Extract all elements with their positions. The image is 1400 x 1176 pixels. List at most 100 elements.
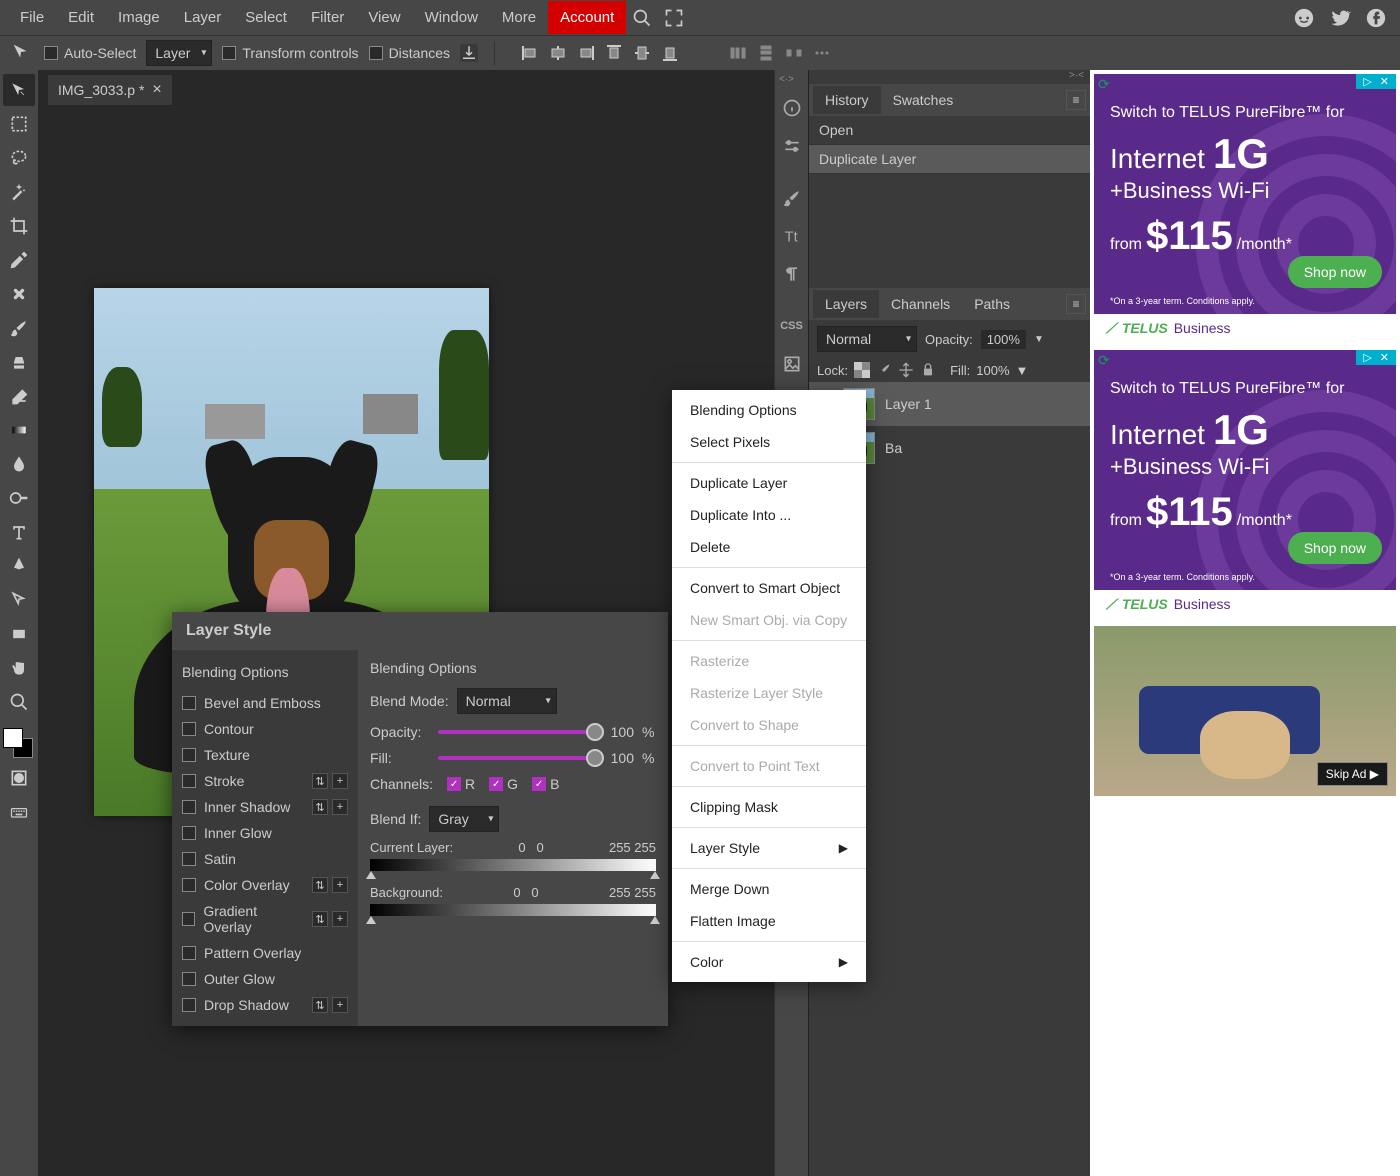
brush-tool[interactable] (3, 312, 35, 344)
context-menu-item[interactable]: Select Pixels (672, 426, 866, 458)
effect-item[interactable]: Outer Glow (178, 966, 352, 992)
shape-tool[interactable] (3, 618, 35, 650)
menu-file[interactable]: File (8, 1, 56, 34)
info-panel-icon[interactable] (778, 90, 806, 126)
wand-tool[interactable] (3, 176, 35, 208)
move-tool[interactable] (3, 74, 35, 106)
context-menu-item[interactable]: Color▶ (672, 946, 866, 978)
hand-tool[interactable] (3, 652, 35, 684)
channel-r-checkbox[interactable]: ✓R (447, 776, 475, 792)
opacity-number[interactable]: 100 (604, 724, 634, 740)
ad-close-icon[interactable]: ▷✕ (1356, 74, 1396, 89)
effect-checkbox[interactable] (182, 722, 196, 736)
effect-checkbox[interactable] (182, 878, 196, 892)
shop-now-button[interactable]: Shop now (1288, 532, 1382, 564)
distribute-3-icon[interactable] (785, 44, 803, 62)
history-menu-icon[interactable]: ≡ (1066, 90, 1086, 110)
effect-checkbox[interactable] (182, 826, 196, 840)
menu-more[interactable]: More (490, 1, 548, 34)
more-options-icon[interactable] (813, 44, 831, 62)
fill-value[interactable]: 100% (976, 363, 1009, 378)
history-item[interactable]: Open (809, 116, 1090, 145)
context-menu-item[interactable]: Clipping Mask (672, 791, 866, 823)
crop-tool[interactable] (3, 210, 35, 242)
lock-move-icon[interactable] (898, 362, 914, 378)
effect-item[interactable]: Gradient Overlay⇅+ (178, 898, 352, 940)
brush-panel-icon[interactable] (778, 180, 806, 216)
menu-layer[interactable]: Layer (172, 1, 234, 34)
menu-view[interactable]: View (356, 1, 412, 34)
effect-checkbox[interactable] (182, 912, 195, 926)
distribute-h-icon[interactable] (729, 44, 747, 62)
color-swatches[interactable] (3, 728, 35, 760)
context-menu-item[interactable]: Delete (672, 531, 866, 563)
ad-close-icon[interactable]: ▷✕ (1356, 350, 1396, 365)
context-menu-item[interactable]: Duplicate Layer (672, 467, 866, 499)
transform-controls-checkbox[interactable]: Transform controls (222, 45, 358, 61)
menu-window[interactable]: Window (413, 1, 490, 34)
css-panel-icon[interactable]: CSS (778, 308, 806, 344)
opacity-dropdown-icon[interactable]: ▼ (1034, 334, 1044, 345)
current-layer-range[interactable] (370, 859, 656, 871)
opacity-slider[interactable] (438, 730, 596, 734)
effect-add-icon[interactable]: + (332, 997, 348, 1013)
layer-style-dialog[interactable]: Layer Style Blending Options Bevel and E… (172, 612, 668, 1026)
tab-layers[interactable]: Layers (813, 290, 879, 318)
foreground-color[interactable] (3, 728, 23, 748)
ad-banner-1[interactable]: ⟳ ▷✕ Switch to TELUS PureFibre™ for Inte… (1094, 74, 1396, 342)
align-center-h-icon[interactable] (549, 44, 567, 62)
opacity-value[interactable]: 100% (981, 330, 1026, 349)
channel-g-checkbox[interactable]: ✓G (489, 776, 518, 792)
thumbnail-panel-icon[interactable] (778, 346, 806, 382)
blur-tool[interactable] (3, 448, 35, 480)
align-left-icon[interactable] (521, 44, 539, 62)
effect-reorder-icon[interactable]: ⇅ (312, 877, 328, 893)
fullscreen-icon[interactable] (658, 2, 690, 34)
effect-item[interactable]: Contour (178, 716, 352, 742)
context-menu-item[interactable]: Convert to Smart Object (672, 572, 866, 604)
tab-history[interactable]: History (813, 86, 881, 114)
close-tab-icon[interactable]: × (152, 81, 161, 99)
effect-item[interactable]: Stroke⇅+ (178, 768, 352, 794)
effect-item[interactable]: Color Overlay⇅+ (178, 872, 352, 898)
menu-image[interactable]: Image (106, 1, 172, 34)
channel-b-checkbox[interactable]: ✓B (532, 776, 559, 792)
dodge-tool[interactable] (3, 482, 35, 514)
align-top-icon[interactable] (605, 44, 623, 62)
effect-add-icon[interactable]: + (332, 877, 348, 893)
effect-item[interactable]: Satin (178, 846, 352, 872)
distances-checkbox[interactable]: Distances (369, 45, 450, 61)
lasso-tool[interactable] (3, 142, 35, 174)
facebook-icon[interactable] (1360, 2, 1392, 34)
menu-account[interactable]: Account (548, 1, 626, 34)
layers-menu-icon[interactable]: ≡ (1066, 294, 1086, 314)
align-bottom-icon[interactable] (661, 44, 679, 62)
eyedropper-tool[interactable] (3, 244, 35, 276)
effect-checkbox[interactable] (182, 696, 196, 710)
gradient-tool[interactable] (3, 414, 35, 446)
history-item[interactable]: Duplicate Layer (809, 145, 1090, 174)
search-icon[interactable] (626, 2, 658, 34)
effect-reorder-icon[interactable]: ⇅ (312, 911, 328, 927)
effect-checkbox[interactable] (182, 800, 196, 814)
auto-select-target[interactable]: Layer (146, 40, 212, 66)
distribute-v-icon[interactable] (757, 44, 775, 62)
character-panel-icon[interactable]: Tt (778, 218, 806, 254)
effect-add-icon[interactable]: + (332, 911, 348, 927)
context-menu-item[interactable]: Merge Down (672, 873, 866, 905)
path-select-tool[interactable] (3, 584, 35, 616)
effect-item[interactable]: Bevel and Emboss (178, 690, 352, 716)
reddit-icon[interactable] (1288, 2, 1320, 34)
blendif-select[interactable]: Gray (429, 806, 499, 832)
paragraph-panel-icon[interactable] (778, 256, 806, 292)
tab-channels[interactable]: Channels (879, 290, 962, 318)
type-tool[interactable] (3, 516, 35, 548)
effect-reorder-icon[interactable]: ⇅ (312, 997, 328, 1013)
menu-select[interactable]: Select (233, 1, 299, 34)
effect-reorder-icon[interactable]: ⇅ (312, 799, 328, 815)
tab-paths[interactable]: Paths (962, 290, 1022, 318)
effect-checkbox[interactable] (182, 998, 196, 1012)
context-menu-item[interactable]: Blending Options (672, 394, 866, 426)
pen-tool[interactable] (3, 550, 35, 582)
auto-select-checkbox[interactable]: Auto-Select (44, 45, 136, 61)
